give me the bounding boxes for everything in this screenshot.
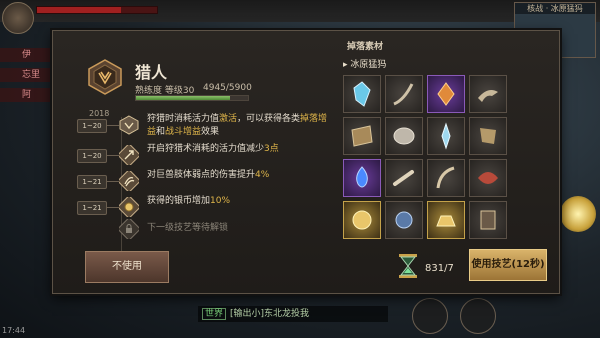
fire-shard-icon <box>437 82 455 106</box>
skill-connector <box>107 125 119 126</box>
loot-item[interactable] <box>385 75 423 113</box>
loot-item[interactable] <box>343 75 381 113</box>
loot-title: 掉落素材 <box>347 42 384 52</box>
skill-button-icon[interactable] <box>560 196 596 232</box>
loot-item[interactable] <box>427 201 465 239</box>
bone-icon <box>393 170 414 186</box>
loot-item[interactable] <box>343 159 381 197</box>
minimap-title: 核战 · 冰原猛犸 <box>515 3 595 14</box>
arrow-skill-icon <box>119 145 139 165</box>
hide-scrap-icon <box>480 128 496 144</box>
loot-item[interactable] <box>427 117 465 155</box>
chat-text: [输出小]东北龙投我 <box>230 309 310 319</box>
orb-icon <box>395 211 413 229</box>
skill-connector <box>107 155 119 156</box>
lock-icon <box>119 219 139 239</box>
side-list-item[interactable]: 伊 <box>0 48 50 62</box>
gold-ingot-icon <box>436 215 456 227</box>
skill-level-tag: 1~21 <box>77 201 107 215</box>
loot-item[interactable] <box>427 159 465 197</box>
red-fur-icon <box>478 172 498 184</box>
shell-icon <box>393 127 415 145</box>
hunter-emblem-icon <box>88 59 122 95</box>
skill-row: 下一级技艺等待解锁 <box>77 217 331 243</box>
loot-item[interactable] <box>469 201 507 239</box>
loot-item[interactable] <box>385 201 423 239</box>
loot-item[interactable] <box>343 117 381 155</box>
proficiency-bar-fill <box>136 96 230 100</box>
horn-icon <box>436 166 455 189</box>
proficiency-exp: 4945/5900 <box>203 83 252 93</box>
hunter-badge-icon <box>119 115 139 135</box>
profession-dialog: 猎人 熟练度 等级30 4945/5900 2018 1~20 狩猎时消耗活力值激… <box>52 30 560 294</box>
loot-item[interactable] <box>469 117 507 155</box>
loot-target: ▸ 冰原猛犸 <box>343 60 387 70</box>
skill-description: 获得的银币增加10% <box>147 196 231 206</box>
skill-description: 对巨兽肢体弱点的伤害提升4% <box>147 170 270 180</box>
profession-title: 猎人 <box>135 63 168 82</box>
dodge-button-icon[interactable] <box>412 298 448 334</box>
skill-row: 1~20 狩猎时消耗活力值激活，可以获得各类掉落增益和战斗增益效果 <box>77 113 331 139</box>
disable-button[interactable]: 不使用 <box>85 251 169 283</box>
loot-panel: 掉落素材 ▸ 冰原猛犸 831/7 使用技艺(12秒) <box>335 37 551 287</box>
claw-skill-icon <box>119 171 139 191</box>
chat-bar[interactable]: 世界 [输出小]东北龙投我 <box>198 306 388 322</box>
proficiency-bar <box>135 95 249 101</box>
loot-item[interactable] <box>343 201 381 239</box>
loot-grid <box>343 75 555 241</box>
skill-level-tag: 1~21 <box>77 175 107 189</box>
skill-connector <box>107 207 119 208</box>
use-skill-button[interactable]: 使用技艺(12秒) <box>469 249 547 281</box>
skill-level-tag: 1~20 <box>77 149 107 163</box>
skill-level-tag: 1~20 <box>77 119 107 133</box>
skill-connector <box>107 181 119 182</box>
skill-row: 1~21 对巨兽肢体弱点的伤害提升4% <box>77 169 331 195</box>
player-avatar[interactable] <box>2 2 34 34</box>
attack-button-icon[interactable] <box>460 298 496 334</box>
gold-ore-icon <box>352 210 372 230</box>
loot-item[interactable] <box>385 159 423 197</box>
loot-item[interactable] <box>469 75 507 113</box>
skill-description: 狩猎时消耗活力值激活，可以获得各类掉落增益和战斗增益效果 <box>147 114 328 137</box>
loot-item[interactable] <box>469 159 507 197</box>
stamina-count: 831/7 <box>425 263 454 274</box>
bone-claw-icon <box>478 90 498 102</box>
skill-row: 1~20 开启狩猎术消耗的活力值减少3点 <box>77 143 331 169</box>
loot-item[interactable] <box>385 117 423 155</box>
loot-target-name: 冰原猛犸 <box>350 60 387 70</box>
hourglass-icon <box>399 254 417 278</box>
side-list-item[interactable]: 阿 <box>0 88 50 102</box>
side-list-item[interactable]: 忘里 <box>0 68 50 82</box>
skill-description: 下一级技艺等待解锁 <box>147 223 229 233</box>
blue-flame-icon <box>356 166 368 188</box>
frost-spike-icon <box>441 122 451 150</box>
coin-skill-icon <box>119 197 139 217</box>
hp-bar <box>36 6 158 14</box>
profession-panel: 猎人 熟练度 等级30 4945/5900 2018 1~20 狩猎时消耗活力值激… <box>63 39 331 283</box>
clock: 17:44 <box>2 326 26 335</box>
loot-item[interactable] <box>427 75 465 113</box>
rune-icon <box>480 210 496 230</box>
hide-icon <box>351 125 373 147</box>
ice-crystal-icon <box>353 81 371 107</box>
chat-channel-tag: 世界 <box>202 308 227 320</box>
skill-description: 开启狩猎术消耗的活力值减少3点 <box>147 144 279 154</box>
tusk-icon <box>393 83 414 106</box>
